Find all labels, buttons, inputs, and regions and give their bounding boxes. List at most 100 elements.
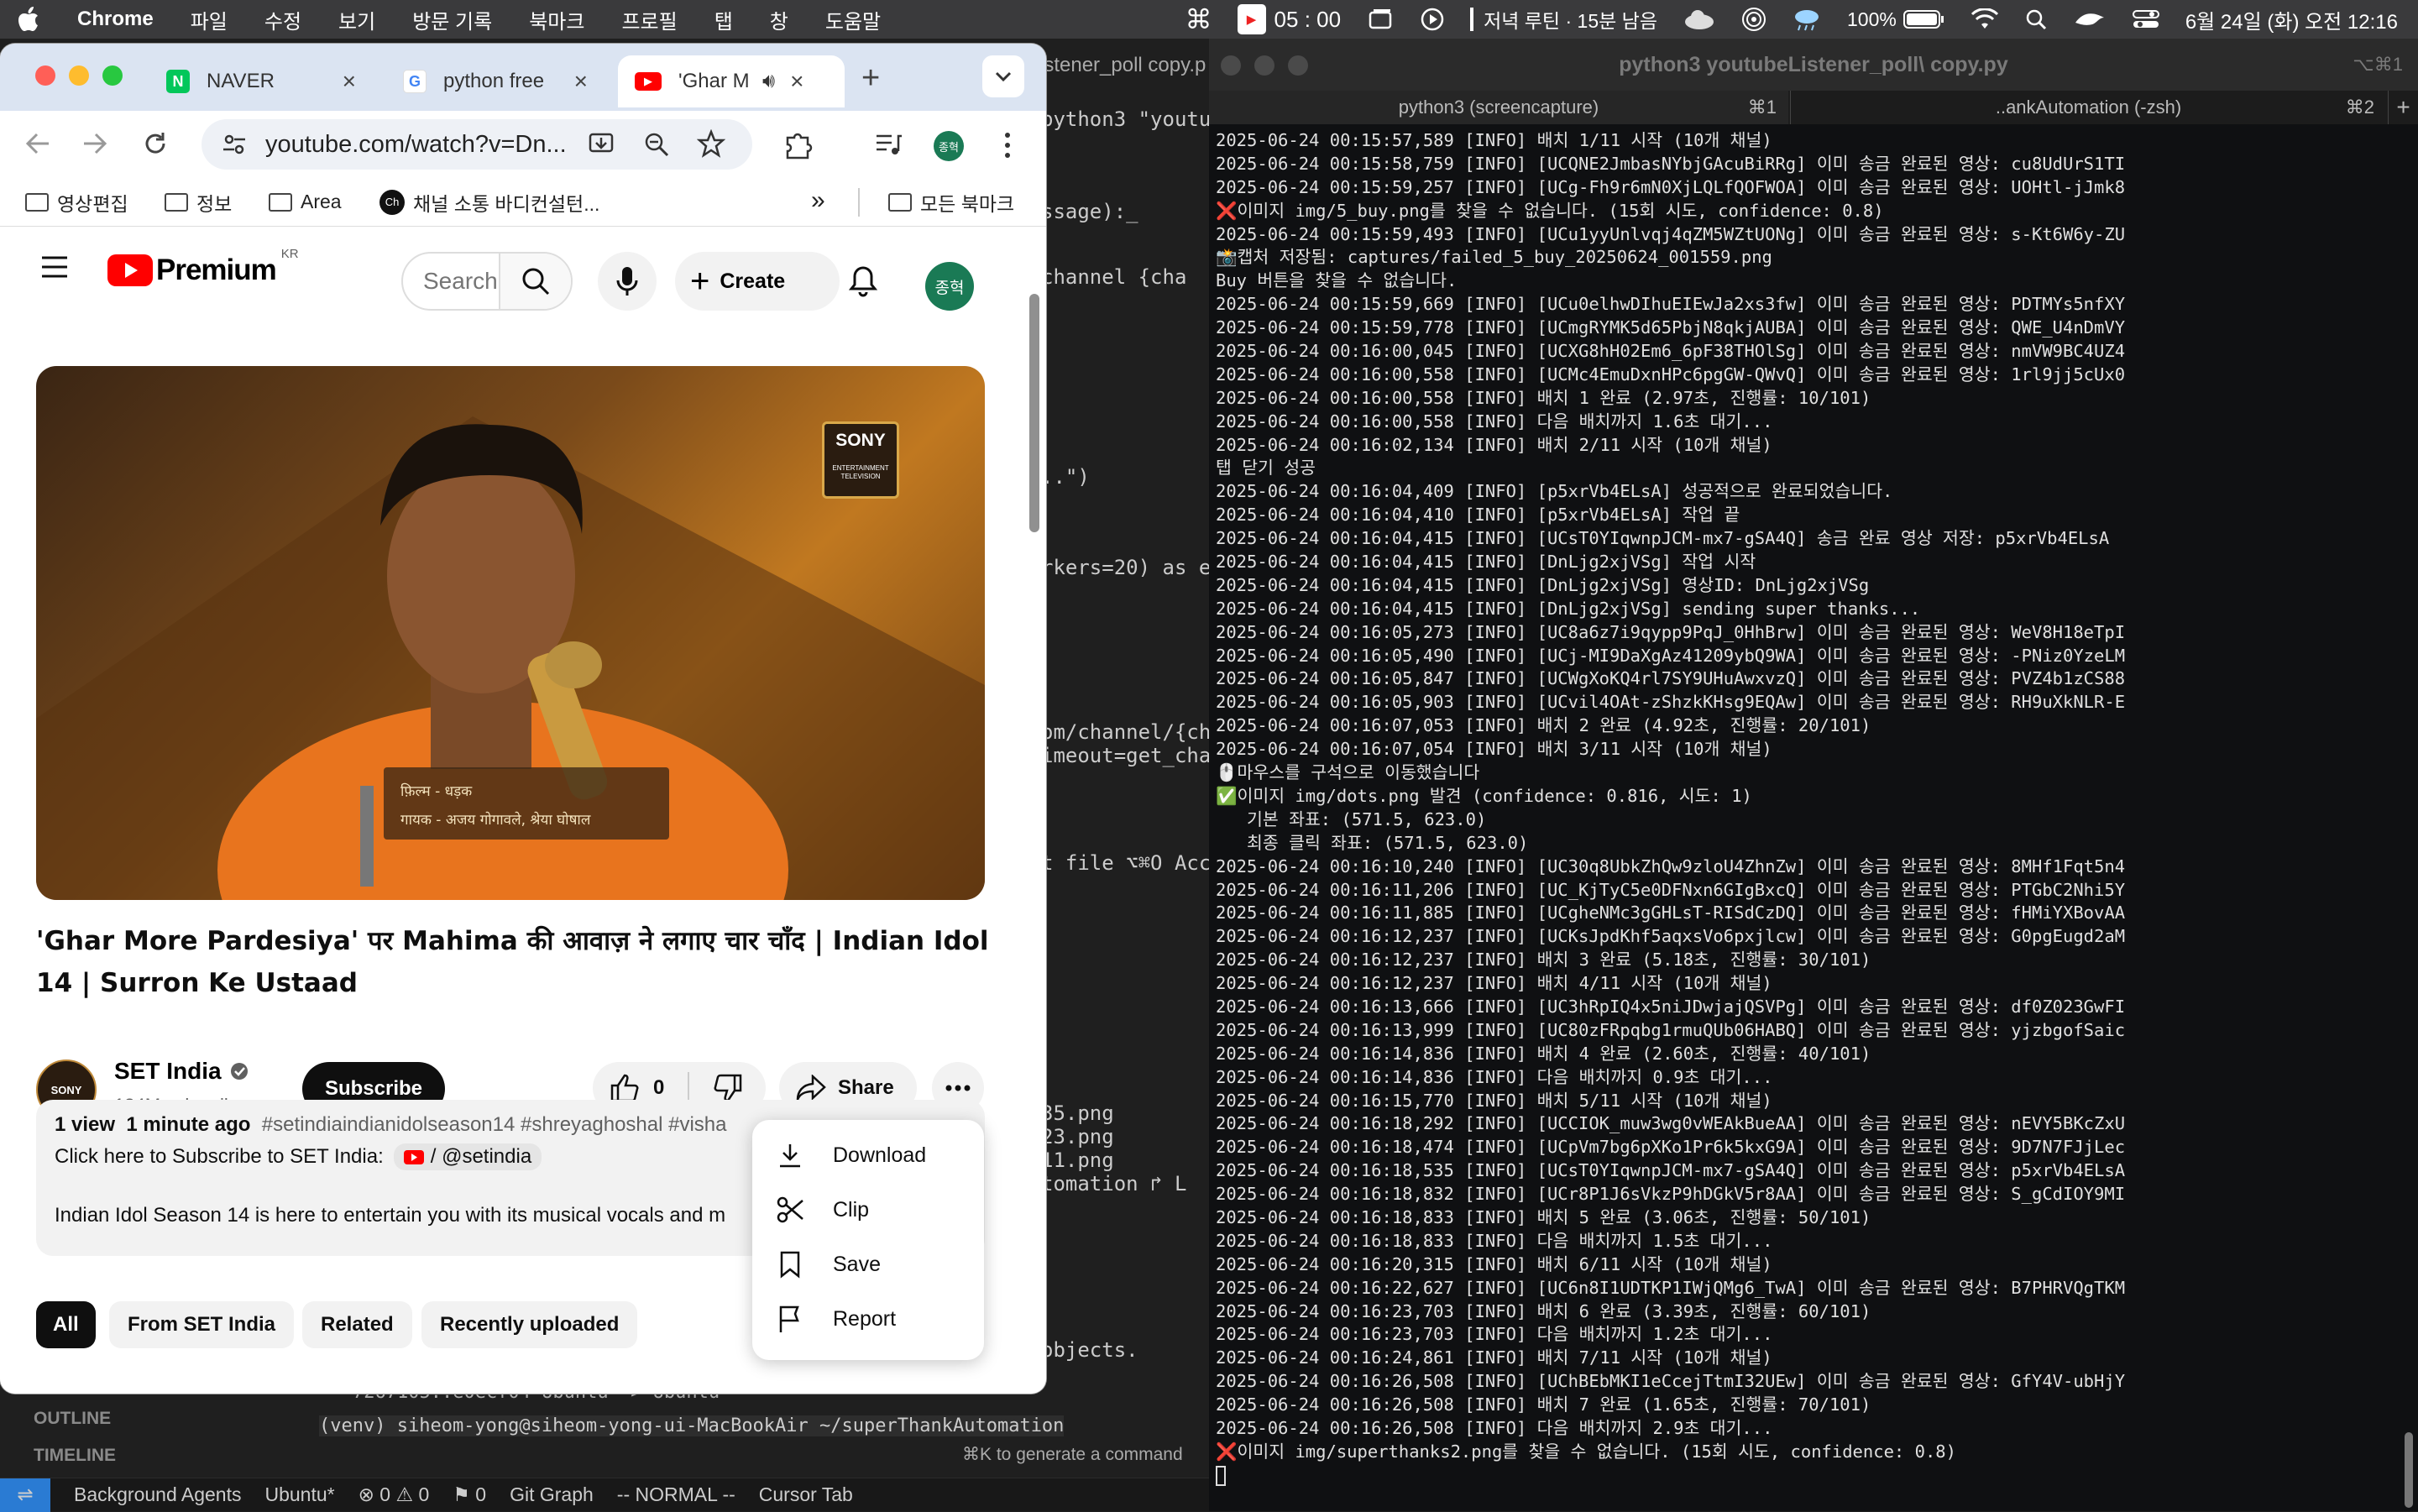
reload-icon[interactable]	[141, 129, 170, 158]
menu-item-download[interactable]: Download	[752, 1128, 984, 1182]
bookmark-channel[interactable]: Ch 채널 소통 바디컨설턴...	[379, 188, 599, 217]
terminal-output[interactable]: 2025-06-24 00:15:57,589 [INFO] 배치 1/11 시…	[1216, 129, 2125, 1488]
terminal-tab-1[interactable]: python3 (screencapture) ⌘1	[1209, 91, 1788, 124]
notifications-bell-icon[interactable]	[848, 265, 878, 297]
url-text[interactable]: youtube.com/watch?v=Dn...	[265, 131, 567, 159]
video-player[interactable]: SONY ENTERTAINMENT TELEVISION फ़िल्म - ध…	[36, 366, 985, 900]
voice-search-button[interactable]	[598, 252, 657, 311]
battery-status[interactable]: 100%	[1847, 0, 1945, 39]
menu-item-save[interactable]: Save	[752, 1237, 984, 1291]
address-bar[interactable]: youtube.com/watch?v=Dn...	[202, 119, 752, 170]
window-stack-icon[interactable]	[1366, 0, 1395, 39]
status-problems[interactable]: ⊗ 0 ⚠ 0	[359, 1483, 430, 1506]
zoom-window-button[interactable]	[1288, 55, 1308, 76]
bookmark-folder-info[interactable]: 정보	[165, 188, 232, 217]
forward-icon[interactable]	[81, 129, 109, 158]
close-window-button[interactable]	[35, 65, 55, 86]
new-tab-icon[interactable]: +	[861, 60, 880, 97]
airdrop-icon[interactable]	[1741, 0, 1766, 39]
filter-chip-related[interactable]: Related	[302, 1301, 412, 1348]
cloud-icon[interactable]	[1683, 0, 1716, 39]
menu-history[interactable]: 방문 기록	[412, 5, 492, 34]
status-notifications[interactable]: ⚑ 0	[453, 1483, 486, 1506]
status-background-agents[interactable]: Background Agents	[74, 1483, 241, 1506]
filter-chip-recently-uploaded[interactable]: Recently uploaded	[421, 1301, 638, 1348]
minimize-window-button[interactable]	[69, 65, 89, 86]
menu-window[interactable]: 창	[770, 5, 788, 34]
terminal-tab-2[interactable]: ..ankAutomation (-zsh) ⌘2	[1790, 91, 2386, 124]
menu-edit[interactable]: 수정	[264, 5, 301, 34]
site-info-icon[interactable]	[222, 132, 247, 157]
dislike-button[interactable]	[711, 1073, 743, 1103]
close-tab-icon[interactable]: ×	[343, 68, 356, 95]
filter-chip-from-channel[interactable]: From SET India	[109, 1301, 295, 1348]
chrome-menu-icon[interactable]	[1002, 131, 1013, 160]
menu-help[interactable]: 도움말	[825, 5, 881, 34]
media-controls-icon[interactable]	[873, 129, 903, 160]
install-app-icon[interactable]	[588, 131, 615, 158]
search-input[interactable]	[423, 254, 499, 309]
audio-playing-icon[interactable]: 🔊︎	[762, 70, 775, 93]
command-icon[interactable]: ⌘	[1185, 0, 1212, 39]
bookmark-folder-area[interactable]: Area	[269, 191, 342, 213]
account-avatar[interactable]: 종혁	[925, 262, 974, 311]
tab-naver[interactable]: N NAVER ×	[149, 55, 373, 107]
tab-youtube-active[interactable]: ▶ 'Ghar M 🔊︎ ×	[618, 55, 845, 107]
mouse-utility-icon[interactable]	[2073, 0, 2107, 39]
close-tab-icon[interactable]: ×	[790, 68, 803, 95]
wifi-icon[interactable]	[1971, 0, 1999, 39]
menu-tab[interactable]: 탭	[714, 5, 733, 34]
tab-search-chevron-icon[interactable]	[982, 55, 1024, 97]
video-title-line-2: 14 | Surron Ke Ustaad	[36, 968, 358, 998]
minimize-window-button[interactable]	[1254, 55, 1274, 76]
menu-bookmarks[interactable]: 북마크	[529, 5, 584, 34]
menu-item-clip[interactable]: Clip	[752, 1183, 984, 1237]
more-bookmarks-icon[interactable]: »	[811, 186, 825, 215]
youtube-logo[interactable]: Premium KR	[107, 247, 299, 287]
channel-name[interactable]: SET India	[114, 1058, 249, 1085]
close-tab-icon[interactable]: ×	[574, 68, 588, 95]
tab-google[interactable]: G python free ×	[386, 55, 604, 107]
zoom-window-button[interactable]	[102, 65, 123, 86]
bookmark-star-icon[interactable]	[697, 129, 725, 158]
remote-icon[interactable]: ⇌	[0, 1478, 50, 1512]
hamburger-menu-icon[interactable]	[40, 255, 69, 279]
filter-chip-all[interactable]: All	[36, 1301, 96, 1348]
spotlight-search-icon[interactable]	[2024, 0, 2048, 39]
menu-view[interactable]: 보기	[338, 5, 375, 34]
terminal-cursor[interactable]	[1216, 1464, 2125, 1488]
timeline-section[interactable]: TIMELINE	[34, 1446, 116, 1466]
outline-section[interactable]: OUTLINE	[34, 1409, 111, 1429]
terminal-scrollbar[interactable]	[2405, 1432, 2413, 1508]
like-button[interactable]: 0	[610, 1073, 664, 1103]
menu-profiles[interactable]: 프로필	[621, 5, 677, 34]
new-terminal-tab-icon[interactable]: +	[2388, 91, 2418, 124]
menu-file[interactable]: 파일	[191, 5, 228, 34]
bookmark-folder-video-edit[interactable]: 영상편집	[25, 188, 128, 217]
search-box[interactable]	[401, 252, 573, 311]
close-window-button[interactable]	[1221, 55, 1241, 76]
profile-avatar[interactable]: 종혁	[934, 131, 964, 161]
all-bookmarks-folder[interactable]: 모든 북마크	[888, 188, 1014, 217]
menu-item-report[interactable]: Report	[752, 1292, 984, 1346]
channel-link[interactable]: / @setindia	[393, 1143, 542, 1170]
page-scrollbar[interactable]	[1029, 294, 1039, 532]
search-button[interactable]	[499, 254, 571, 309]
weather-icon[interactable]	[1792, 0, 1822, 39]
zoom-icon[interactable]	[643, 131, 670, 158]
hashtags[interactable]: #setindiaindianidolseason14 #shreyaghosh…	[262, 1113, 727, 1136]
play-circle-icon[interactable]	[1420, 0, 1445, 39]
status-cursor-tab[interactable]: Cursor Tab	[759, 1483, 853, 1506]
editor-tab-partial[interactable]: istener_poll copy.p	[1039, 54, 1206, 77]
timer-status[interactable]: ▶ 05 : 00	[1237, 0, 1341, 39]
status-git-graph[interactable]: Git Graph	[510, 1483, 594, 1506]
back-icon[interactable]	[24, 129, 52, 158]
menu-app-name[interactable]: Chrome	[77, 8, 154, 31]
clock-text[interactable]: 6월 24일 (화) 오전 12:16	[2185, 0, 2398, 39]
status-branch[interactable]: Ubuntu*	[264, 1483, 334, 1506]
apple-icon[interactable]	[17, 6, 40, 33]
extensions-icon[interactable]	[782, 129, 813, 160]
create-button[interactable]: + Create	[675, 252, 840, 311]
control-center-icon[interactable]	[2132, 0, 2160, 39]
routine-status[interactable]: 저녁 루틴 · 15분 남음	[1470, 0, 1657, 39]
